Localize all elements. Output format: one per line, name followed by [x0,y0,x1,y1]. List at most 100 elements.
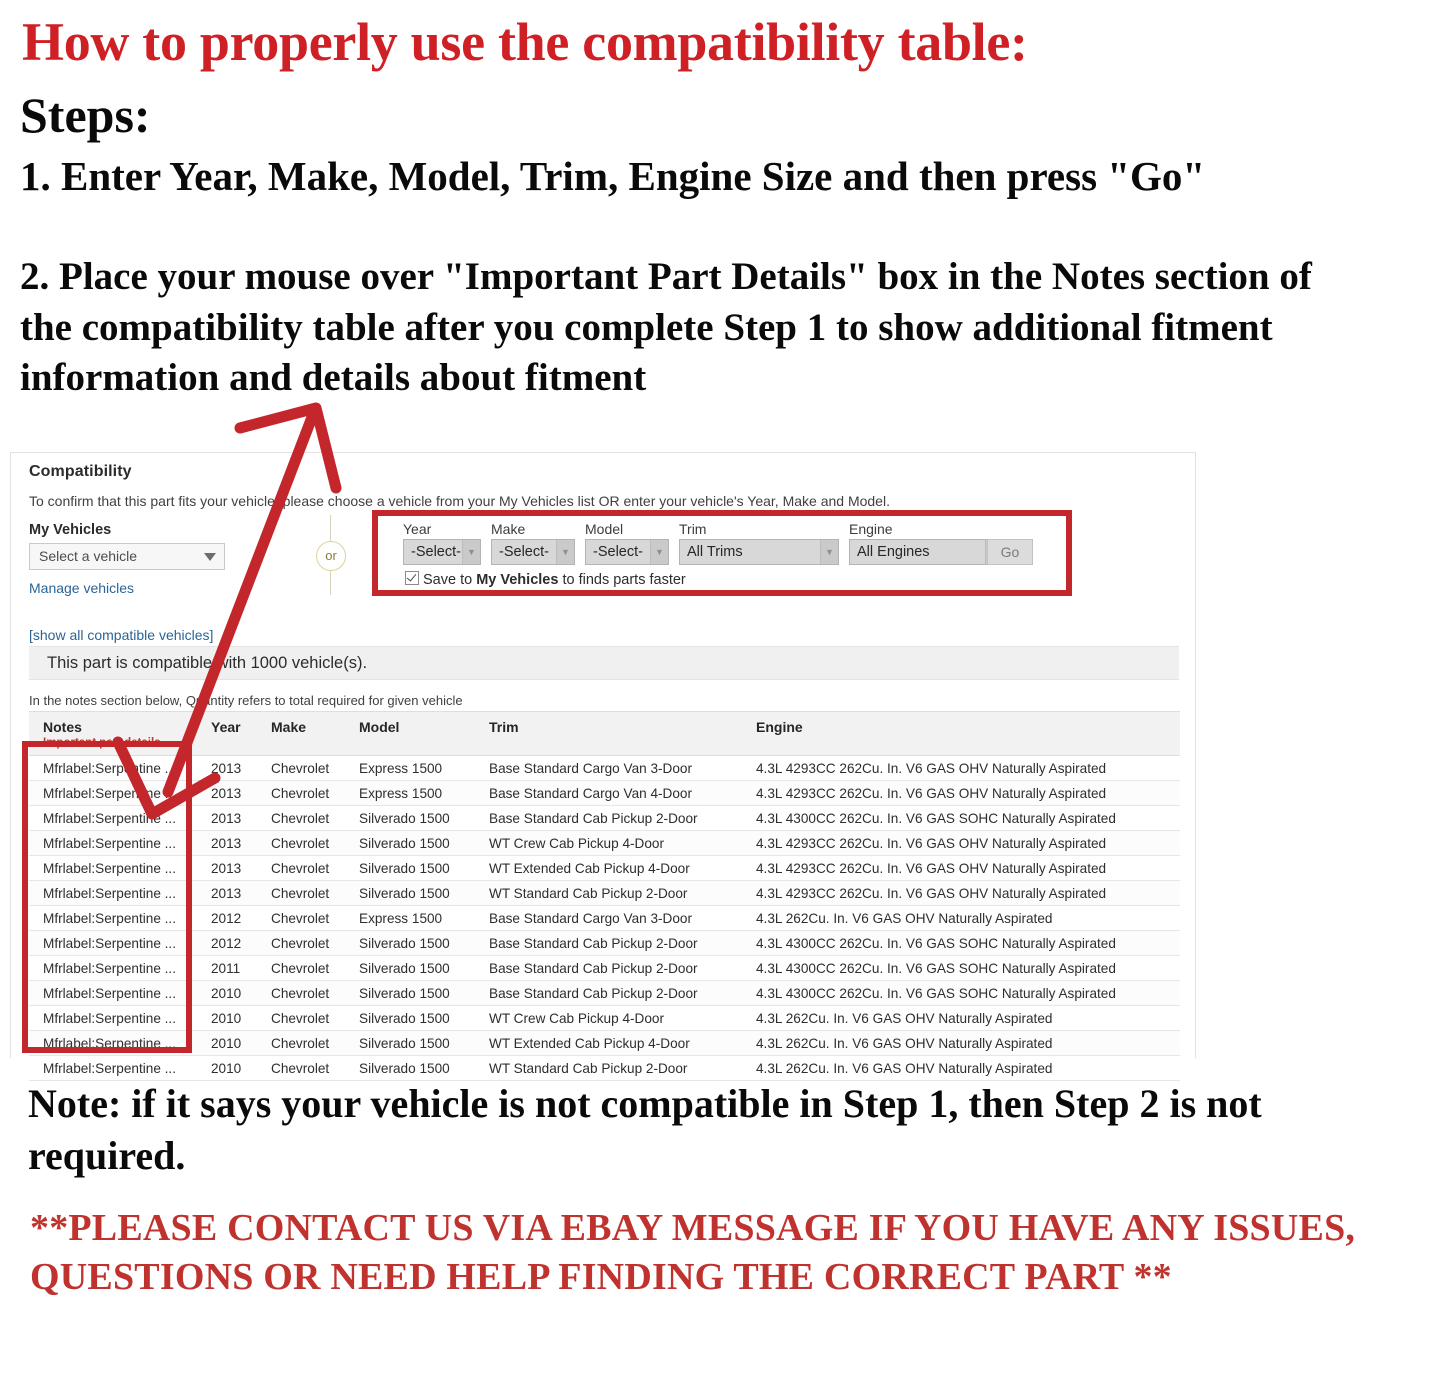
table-row: Mfrlabel:Serpentine ... 2010 Chevrolet Silv… [29,1030,1180,1056]
chevron-down-icon: ▼ [650,540,668,564]
important-part-details-label[interactable]: Important part details [43,737,197,749]
col-header-model: Model [345,711,475,756]
cell-model: Express 1500 [345,780,475,806]
cell-year: 2010 [197,1055,257,1081]
make-select-value: -Select- [499,544,549,560]
save-bold-text: My Vehicles [476,572,559,588]
cell-notes[interactable]: Mfrlabel:Serpentine ... [29,805,197,831]
cell-notes[interactable]: Mfrlabel:Serpentine ... [29,930,197,956]
chevron-down-icon: ▼ [556,540,574,564]
save-to-my-vehicles-row[interactable]: Save to My Vehicles to finds parts faste… [405,571,686,588]
cell-trim: Base Standard Cab Pickup 2-Door [475,805,742,831]
cell-notes[interactable]: Mfrlabel:Serpentine ... [29,905,197,931]
cell-engine: 4.3L 262Cu. In. V6 GAS OHV Naturally Asp… [742,905,1180,931]
cell-notes[interactable]: Mfrlabel:Serpentine ... [29,1005,197,1031]
chevron-down-icon: ▼ [820,540,838,564]
make-select[interactable]: -Select- ▼ [491,539,575,565]
cell-trim: Base Standard Cargo Van 3-Door [475,905,742,931]
cell-make: Chevrolet [257,805,345,831]
compatibility-count-banner: This part is compatible with 1000 vehicl… [29,646,1179,680]
cell-engine: 4.3L 4293CC 262Cu. In. V6 GAS OHV Natura… [742,830,1180,856]
cell-trim: WT Standard Cab Pickup 2-Door [475,1055,742,1081]
show-all-compatible-vehicles-link[interactable]: [show all compatible vehicles] [29,627,213,643]
col-header-notes: Notes Important part details [29,711,197,756]
col-header-engine: Engine [742,711,1180,756]
model-select[interactable]: -Select- ▼ [585,539,669,565]
chevron-down-icon: ▼ [462,540,480,564]
cell-trim: WT Crew Cab Pickup 4-Door [475,830,742,856]
cell-make: Chevrolet [257,980,345,1006]
cell-notes[interactable]: Mfrlabel:Serpentine ... [29,955,197,981]
compatibility-heading: Compatibility [29,463,132,480]
cell-model: Silverado 1500 [345,805,475,831]
cell-make: Chevrolet [257,905,345,931]
engine-field: Engine All Engines ▼ [849,521,1004,565]
cell-make: Chevrolet [257,930,345,956]
cell-notes[interactable]: Mfrlabel:Serpentine ... [29,855,197,881]
table-row: Mfrlabel:Serpentine ... 2012 Chevrolet Silv… [29,930,1180,956]
cell-notes[interactable]: Mfrlabel:Serpentine ... [29,780,197,806]
engine-select[interactable]: All Engines ▼ [849,539,1004,565]
cell-make: Chevrolet [257,1030,345,1056]
cell-year: 2010 [197,1005,257,1031]
cell-notes[interactable]: Mfrlabel:Serpentine ... [29,830,197,856]
cell-trim: Base Standard Cab Pickup 2-Door [475,980,742,1006]
table-row: Mfrlabel:Serpentine ... 2013 Chevrolet Silv… [29,855,1180,881]
cell-make: Chevrolet [257,880,345,906]
save-suffix-text: to finds parts faster [558,572,686,588]
compatibility-panel: Compatibility To confirm that this part … [10,452,1196,1081]
cell-make: Chevrolet [257,830,345,856]
cell-year: 2012 [197,930,257,956]
table-row: Mfrlabel:Serpentine ... 2013 Chevrolet Silv… [29,880,1180,906]
my-vehicles-label: My Vehicles [29,522,112,538]
cell-make: Chevrolet [257,1005,345,1031]
cell-make: Chevrolet [257,955,345,981]
cell-notes[interactable]: Mfrlabel:Serpentine ... [29,755,197,781]
note-bottom-text: Note: if it says your vehicle is not com… [28,1081,1262,1178]
chevron-down-icon [204,553,216,561]
cell-model: Silverado 1500 [345,1030,475,1056]
make-label: Make [491,521,526,537]
cell-notes[interactable]: Mfrlabel:Serpentine ... [29,980,197,1006]
cell-engine: 4.3L 4300CC 262Cu. In. V6 GAS SOHC Natur… [742,805,1180,831]
cell-notes[interactable]: Mfrlabel:Serpentine ... [29,880,197,906]
cell-engine: 4.3L 4300CC 262Cu. In. V6 GAS SOHC Natur… [742,980,1180,1006]
cell-make: Chevrolet [257,755,345,781]
engine-select-value: All Engines [857,544,930,560]
vehicle-select[interactable]: Select a vehicle [29,543,225,570]
col-header-make: Make [257,711,345,756]
cell-year: 2013 [197,805,257,831]
cell-trim: Base Standard Cab Pickup 2-Door [475,930,742,956]
cell-engine: 4.3L 262Cu. In. V6 GAS OHV Naturally Asp… [742,1030,1180,1056]
table-header-row: Notes Important part details Year Make M… [29,711,1180,756]
cell-engine: 4.3L 4300CC 262Cu. In. V6 GAS SOHC Natur… [742,955,1180,981]
cell-notes[interactable]: Mfrlabel:Serpentine ... [29,1055,197,1081]
year-label: Year [403,521,432,537]
fitment-table: Notes Important part details Year Make M… [29,711,1180,1081]
table-row: Mfrlabel:Serpentine ... 2010 Chevrolet Silv… [29,980,1180,1006]
manage-vehicles-link[interactable]: Manage vehicles [29,580,134,596]
trim-select[interactable]: All Trims ▼ [679,539,839,565]
col-header-notes-label: Notes [43,719,82,735]
cell-trim: Base Standard Cargo Van 3-Door [475,755,742,781]
step-1-text: 1. Enter Year, Make, Model, Trim, Engine… [20,153,1206,199]
year-select[interactable]: -Select- ▼ [403,539,481,565]
cell-engine: 4.3L 4293CC 262Cu. In. V6 GAS OHV Natura… [742,780,1180,806]
cell-notes[interactable]: Mfrlabel:Serpentine ... [29,1030,197,1056]
table-row: Mfrlabel:Serpentine ... 2010 Chevrolet Silv… [29,1005,1180,1031]
steps-label: Steps: [20,87,151,143]
cell-engine: 4.3L 4293CC 262Cu. In. V6 GAS OHV Natura… [742,880,1180,906]
trim-label: Trim [679,521,707,537]
cell-engine: 4.3L 262Cu. In. V6 GAS OHV Naturally Asp… [742,1005,1180,1031]
cell-year: 2010 [197,980,257,1006]
table-row: Mfrlabel:Serpentine ... 2013 Chevrolet Expr… [29,755,1180,781]
table-row: Mfrlabel:Serpentine ... 2012 Chevrolet Expr… [29,905,1180,931]
cell-model: Express 1500 [345,905,475,931]
go-button[interactable]: Go [987,539,1033,565]
model-select-value: -Select- [593,544,643,560]
cell-year: 2011 [197,955,257,981]
save-to-my-vehicles-checkbox[interactable] [405,571,419,585]
cell-model: Silverado 1500 [345,955,475,981]
cell-trim: Base Standard Cargo Van 4-Door [475,780,742,806]
step-2-text: 2. Place your mouse over "Important Part… [20,255,1312,400]
